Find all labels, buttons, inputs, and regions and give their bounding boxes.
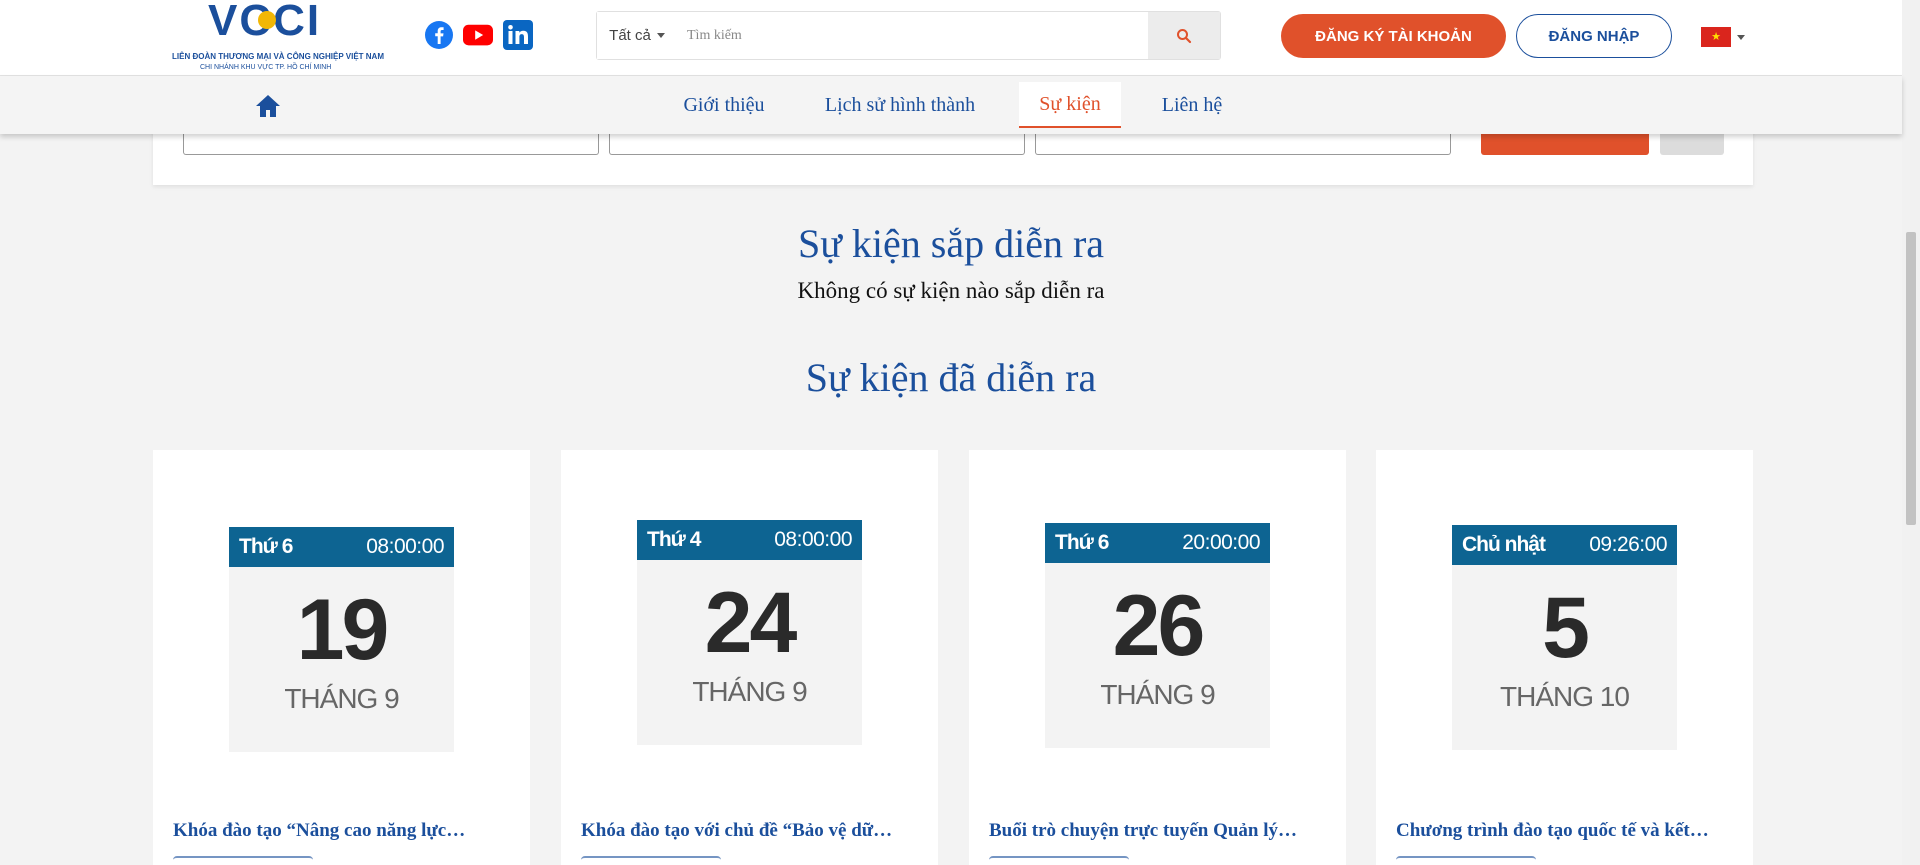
calendar-header: Thứ 4 08:00:00 [637, 520, 862, 560]
search-icon [1177, 28, 1192, 43]
nav-item-gioi-thieu[interactable]: Giới thiệu [670, 76, 778, 134]
event-card[interactable]: Chủ nhật 09:26:00 5 THÁNG 10 Chương trìn… [1376, 450, 1753, 865]
search-button[interactable] [1148, 12, 1220, 59]
event-day: 5 [1542, 580, 1590, 676]
calendar-icon: Chủ nhật 09:26:00 5 THÁNG 10 [1452, 525, 1677, 750]
search-bar: Tất cả [596, 11, 1221, 60]
site-header: VCCI LIÊN ĐOÀN THƯƠNG MẠI VÀ CÔNG NGHIỆP… [0, 0, 1902, 76]
vietnam-flag-icon: ★ [1701, 27, 1731, 47]
search-input[interactable] [677, 12, 1145, 59]
event-month: THÁNG 9 [692, 676, 807, 707]
event-time: 08:00:00 [366, 535, 444, 558]
event-weekday: Thứ 6 [239, 535, 293, 558]
calendar-header: Thứ 6 08:00:00 [229, 527, 454, 567]
calendar-icon: Thứ 6 08:00:00 19 THÁNG 9 [229, 527, 454, 752]
facebook-icon[interactable] [424, 20, 454, 50]
language-selector[interactable]: ★ [1701, 27, 1745, 47]
event-day: 24 [704, 575, 798, 671]
page-scrollbar[interactable] [1902, 0, 1920, 865]
event-weekday: Thứ 6 [1055, 531, 1109, 554]
nav-item-su-kien[interactable]: Sự kiện [1019, 82, 1121, 128]
upcoming-empty-message: Không có sự kiện nào sắp diễn ra [797, 278, 1105, 303]
nav-item-lich-su[interactable]: Lịch sử hình thành [818, 76, 982, 134]
event-meta [989, 848, 1189, 860]
logo-sun-icon [258, 11, 276, 29]
main-nav: Giới thiệu Lịch sử hình thành Sự kiện Li… [0, 76, 1902, 134]
scrollbar-thumb[interactable] [1906, 232, 1916, 525]
calendar-header: Thứ 6 20:00:00 [1045, 523, 1270, 563]
event-card[interactable]: Thứ 4 08:00:00 24 THÁNG 9 Khóa đào tạo v… [561, 450, 938, 865]
event-card[interactable]: Thứ 6 20:00:00 26 THÁNG 9 Buổi trò chuyệ… [969, 450, 1346, 865]
event-meta [1396, 848, 1596, 860]
logo-branch: CHI NHÁNH KHU VỰC TP. HỒ CHÍ MINH [200, 64, 332, 71]
calendar-icon: Thứ 4 08:00:00 24 THÁNG 9 [637, 520, 862, 745]
event-meta [173, 848, 373, 860]
event-weekday: Thứ 4 [647, 528, 701, 551]
event-day: 26 [1112, 578, 1206, 674]
search-category-label: Tất cả [609, 27, 651, 44]
event-time: 08:00:00 [774, 528, 852, 551]
login-button[interactable]: ĐĂNG NHẬP [1516, 14, 1672, 58]
calendar-header: Chủ nhật 09:26:00 [1452, 525, 1677, 565]
search-category-select[interactable]: Tất cả [597, 12, 677, 59]
event-title[interactable]: Khóa đào tạo “Nâng cao năng lực… [173, 820, 518, 842]
logo-tagline: LIÊN ĐOÀN THƯƠNG MẠI VÀ CÔNG NGHIỆP VIỆT… [172, 52, 384, 61]
youtube-icon[interactable] [463, 20, 493, 50]
home-icon[interactable] [254, 93, 282, 119]
event-meta [581, 848, 781, 860]
event-title[interactable]: Chương trình đào tạo quốc tế và kết… [1396, 820, 1741, 842]
past-events-title: Sự kiện đã diễn ra [805, 355, 1097, 400]
linkedin-icon[interactable] [503, 20, 533, 50]
chevron-down-icon [656, 33, 665, 38]
event-card[interactable]: Thứ 6 08:00:00 19 THÁNG 9 Khóa đào tạo “… [153, 450, 530, 865]
event-month: THÁNG 9 [1100, 679, 1215, 710]
register-button[interactable]: ĐĂNG KÝ TÀI KHOẢN [1281, 14, 1506, 58]
event-month: THÁNG 9 [284, 683, 399, 714]
event-month: THÁNG 10 [1500, 681, 1630, 712]
event-day: 19 [296, 582, 390, 678]
nav-item-lien-he[interactable]: Liên hệ [1152, 76, 1232, 134]
event-time: 20:00:00 [1182, 531, 1260, 554]
chevron-down-icon [1737, 34, 1745, 40]
vcci-logo[interactable]: VCCI LIÊN ĐOÀN THƯƠNG MẠI VÀ CÔNG NGHIỆP… [170, 0, 384, 74]
event-title[interactable]: Buổi trò chuyện trực tuyến Quản lý… [989, 820, 1334, 842]
calendar-icon: Thứ 6 20:00:00 26 THÁNG 9 [1045, 523, 1270, 748]
upcoming-events-title: Sự kiện sắp diễn ra [797, 221, 1105, 266]
event-weekday: Chủ nhật [1462, 533, 1546, 556]
event-time: 09:26:00 [1589, 533, 1667, 556]
event-title[interactable]: Khóa đào tạo với chủ đề “Bảo vệ dữ… [581, 820, 926, 842]
